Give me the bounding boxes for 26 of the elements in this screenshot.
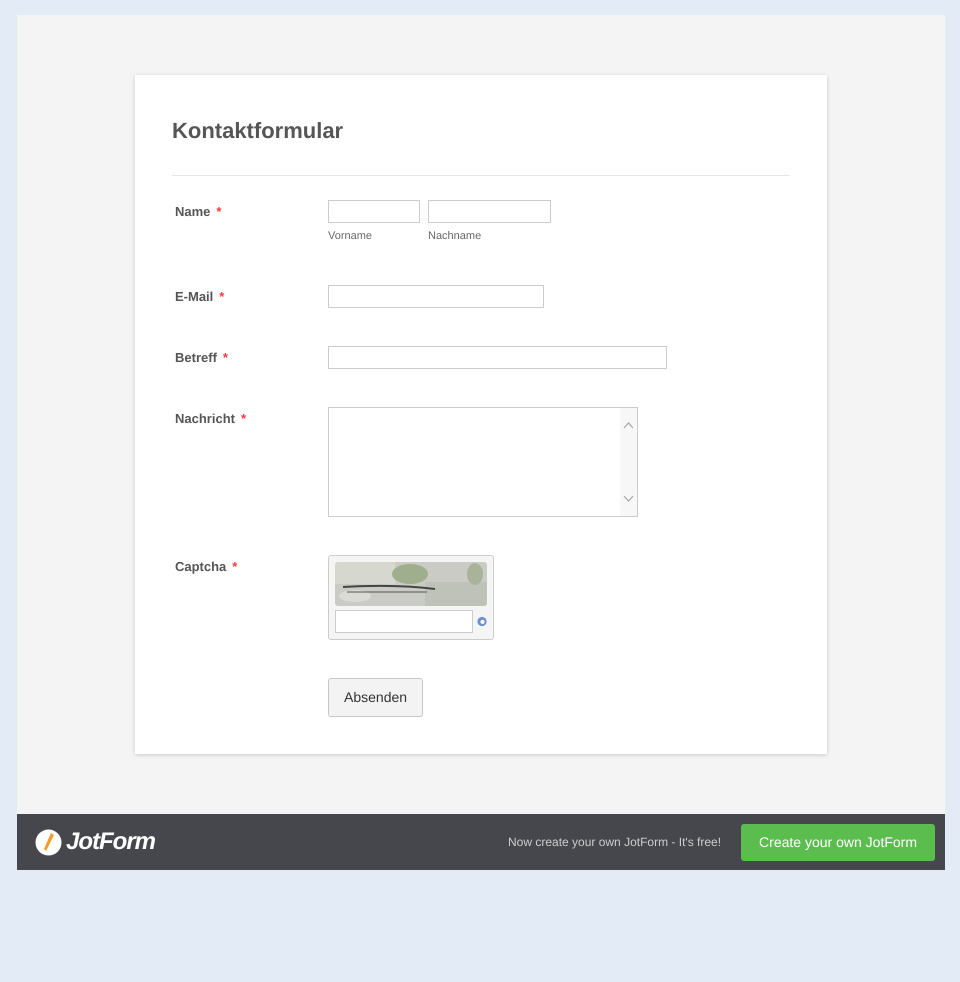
- required-mark: *: [219, 289, 224, 304]
- scroll-down-icon[interactable]: [623, 495, 634, 502]
- field-label: Name: [175, 204, 210, 219]
- tagline-text: Now create your own JotForm - It's free!: [508, 834, 722, 851]
- field-label: Betreff: [175, 350, 217, 365]
- submit-button[interactable]: Absenden: [328, 678, 424, 717]
- captcha-field[interactable]: [335, 610, 473, 633]
- logo-icon: [35, 828, 62, 856]
- required-mark: *: [232, 559, 238, 574]
- form-title: Kontaktformular: [172, 117, 344, 145]
- field-label: Captcha: [175, 559, 226, 574]
- text-field[interactable]: [328, 200, 420, 223]
- text-field[interactable]: [328, 346, 667, 369]
- field-sublabel: Vorname: [328, 229, 372, 244]
- refresh-icon[interactable]: [477, 615, 487, 628]
- required-mark: *: [240, 411, 246, 426]
- required-mark: *: [222, 350, 228, 365]
- textarea-field[interactable]: [328, 407, 638, 517]
- logo-text: JotForm: [66, 827, 155, 857]
- text-field[interactable]: [328, 285, 544, 308]
- required-mark: *: [216, 204, 222, 219]
- field-sublabel: Nachname: [428, 229, 482, 244]
- text-field[interactable]: [428, 200, 551, 223]
- field-label: E-Mail: [175, 289, 214, 304]
- field-label: Nachricht: [175, 411, 235, 426]
- scroll-up-icon[interactable]: [623, 422, 634, 429]
